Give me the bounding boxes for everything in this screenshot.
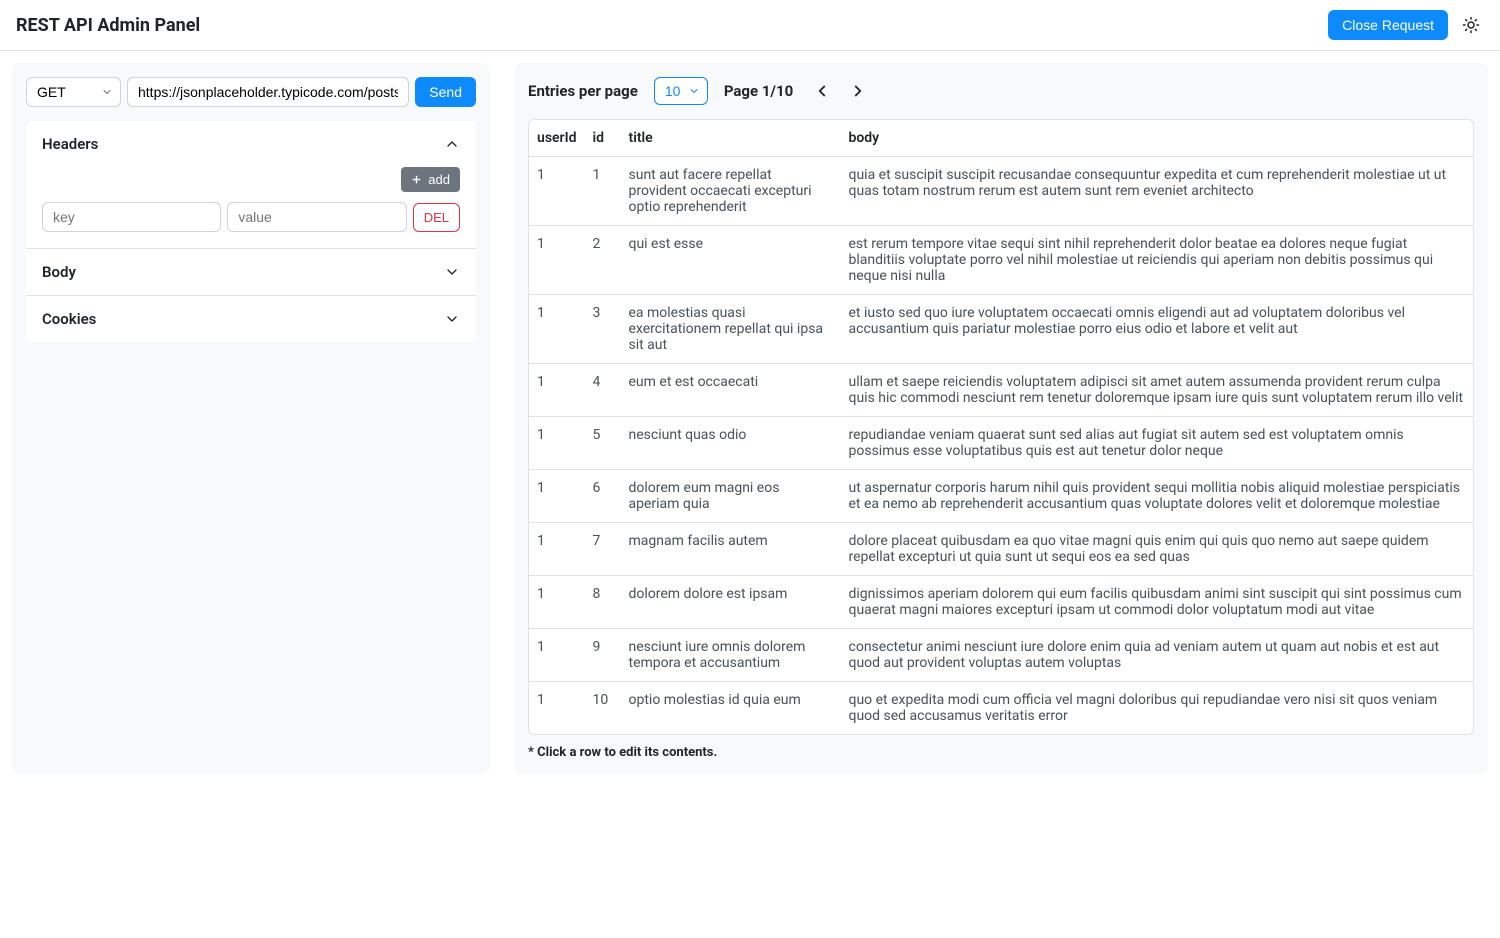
table-cell: sunt aut facere repellat provident occae… [621,157,841,226]
table-cell: quia et suscipit suscipit recusandae con… [841,157,1474,226]
table-row[interactable]: 14eum et est occaecatiullam et saepe rei… [529,364,1473,417]
method-select[interactable]: GETPOSTPUTPATCHDELETE [26,77,121,107]
column-header: id [585,120,621,157]
header-value-input[interactable] [227,202,406,232]
prev-page-button[interactable] [809,78,835,104]
chevron-down-icon [444,264,460,280]
table-cell: qui est esse [621,226,841,295]
theme-toggle-button[interactable] [1458,12,1484,38]
table-row[interactable]: 17magnam facilis autemdolore placeat qui… [529,523,1473,576]
table-cell: dolorem dolore est ipsam [621,576,841,629]
table-cell: 8 [585,576,621,629]
table-cell: 3 [585,295,621,364]
accordion-body-toggle[interactable]: Body [26,249,476,295]
table-cell: et iusto sed quo iure voluptatem occaeca… [841,295,1474,364]
results-table: userIdidtitlebody 11sunt aut facere repe… [529,120,1473,734]
add-header-label: add [428,172,450,187]
accordion-cookies-label: Cookies [42,310,96,328]
table-cell: dignissimos aperiam dolorem qui eum faci… [841,576,1474,629]
table-cell: ea molestias quasi exercitationem repell… [621,295,841,364]
table-cell: 1 [585,157,621,226]
table-cell: dolorem eum magni eos aperiam quia [621,470,841,523]
url-input[interactable] [127,77,409,107]
table-cell: 10 [585,682,621,735]
accordion-headers-toggle[interactable]: Headers [26,121,476,167]
accordion-body-label: Body [42,263,76,281]
table-row[interactable]: 11sunt aut facere repellat provident occ… [529,157,1473,226]
chevron-up-icon [444,136,460,152]
close-request-button[interactable]: Close Request [1328,10,1448,40]
table-cell: 2 [585,226,621,295]
page-size-select[interactable]: 5102550 [654,77,708,105]
entries-per-page-label: Entries per page [528,82,638,100]
column-header: userId [529,120,585,157]
table-cell: 4 [585,364,621,417]
table-row[interactable]: 16dolorem eum magni eos aperiam quiaut a… [529,470,1473,523]
table-cell: consectetur animi nesciunt iure dolore e… [841,629,1474,682]
table-cell: 5 [585,417,621,470]
chevron-left-icon [813,82,831,100]
table-cell: 1 [529,523,585,576]
column-header: title [621,120,841,157]
app-title: REST API Admin Panel [16,15,200,36]
table-cell: dolore placeat quibusdam ea quo vitae ma… [841,523,1474,576]
header-key-input[interactable] [42,202,221,232]
request-panel: GETPOSTPUTPATCHDELETE Send Headers [12,63,490,774]
topbar: REST API Admin Panel Close Request [0,0,1500,51]
next-page-button[interactable] [845,78,871,104]
add-header-button[interactable]: add [401,167,460,192]
accordion-cookies-toggle[interactable]: Cookies [26,296,476,342]
table-cell: 1 [529,157,585,226]
table-cell: nesciunt quas odio [621,417,841,470]
table-cell: 1 [529,629,585,682]
table-row[interactable]: 110optio molestias id quia eumquo et exp… [529,682,1473,735]
table-cell: ut aspernatur corporis harum nihil quis … [841,470,1474,523]
table-cell: nesciunt iure omnis dolorem tempora et a… [621,629,841,682]
table-cell: 1 [529,417,585,470]
table-cell: 9 [585,629,621,682]
edit-hint: * Click a row to edit its contents. [528,745,1474,760]
table-cell: quo et expedita modi cum officia vel mag… [841,682,1474,735]
chevron-down-icon [444,311,460,327]
table-cell: 1 [529,364,585,417]
table-cell: 6 [585,470,621,523]
delete-header-button[interactable]: DEL [413,203,460,232]
table-cell: 1 [529,295,585,364]
page-indicator: Page 1/10 [724,82,793,100]
table-cell: ullam et saepe reiciendis voluptatem adi… [841,364,1474,417]
plus-icon [411,174,422,185]
sun-icon [1462,16,1480,34]
table-cell: optio molestias id quia eum [621,682,841,735]
table-cell: repudiandae veniam quaerat sunt sed alia… [841,417,1474,470]
table-cell: eum et est occaecati [621,364,841,417]
table-row[interactable]: 19nesciunt iure omnis dolorem tempora et… [529,629,1473,682]
table-row[interactable]: 15nesciunt quas odiorepudiandae veniam q… [529,417,1473,470]
table-cell: 1 [529,576,585,629]
table-cell: 1 [529,226,585,295]
column-header: body [841,120,1474,157]
results-panel: Entries per page 5102550 Page 1/10 [514,63,1488,774]
table-cell: 1 [529,470,585,523]
table-cell: magnam facilis autem [621,523,841,576]
table-row[interactable]: 13ea molestias quasi exercitationem repe… [529,295,1473,364]
send-button[interactable]: Send [415,77,476,107]
table-row[interactable]: 12qui est esseest rerum tempore vitae se… [529,226,1473,295]
accordion-headers-body: add DEL [26,167,476,248]
accordion-headers-label: Headers [42,135,98,153]
header-kv-row: DEL [42,202,460,232]
table-row[interactable]: 18dolorem dolore est ipsamdignissimos ap… [529,576,1473,629]
chevron-right-icon [849,82,867,100]
table-cell: 7 [585,523,621,576]
table-cell: 1 [529,682,585,735]
table-cell: est rerum tempore vitae sequi sint nihil… [841,226,1474,295]
